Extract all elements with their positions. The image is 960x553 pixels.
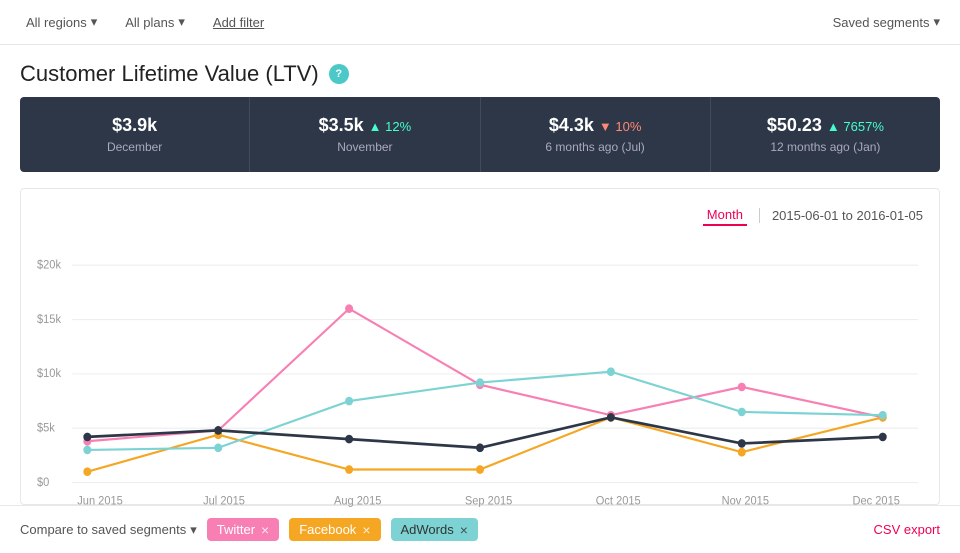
x-label-oct2015: Oct 2015 <box>596 495 641 507</box>
page-header: Customer Lifetime Value (LTV) ? <box>0 45 960 97</box>
metric-change-12months: ▲ 7657% <box>827 119 884 134</box>
all-regions-label: All regions <box>26 15 87 30</box>
metric-label-december: December <box>30 140 239 154</box>
metric-november: $3.5k ▲ 12% November <box>250 97 480 172</box>
metric-december: $3.9k December <box>20 97 250 172</box>
saved-segments-button[interactable]: Saved segments ▾ <box>833 14 940 30</box>
footer-left: Compare to saved segments ▾ Twitter × Fa… <box>20 518 478 541</box>
adwords-point <box>476 378 484 387</box>
date-range: 2015-06-01 to 2016-01-05 <box>759 208 923 223</box>
x-label-sep2015: Sep 2015 <box>465 495 512 507</box>
all-plans-label: All plans <box>125 15 174 30</box>
footer-bar: Compare to saved segments ▾ Twitter × Fa… <box>0 505 960 553</box>
x-label-jun2015: Jun 2015 <box>77 495 123 507</box>
month-time-button[interactable]: Month <box>703 205 747 226</box>
metric-value-november: $3.5k ▲ 12% <box>260 115 469 136</box>
twitter-segment-tag: Twitter × <box>207 518 279 541</box>
main-point <box>345 435 353 444</box>
metric-change-november: ▲ 12% <box>369 119 412 134</box>
top-bar-left: All regions ▾ All plans ▾ Add filter <box>20 10 270 34</box>
all-plans-filter[interactable]: All plans ▾ <box>119 10 191 34</box>
chevron-down-icon: ▾ <box>933 14 940 30</box>
all-regions-filter[interactable]: All regions ▾ <box>20 10 103 34</box>
facebook-point <box>83 467 91 476</box>
csv-export-button[interactable]: CSV export <box>874 522 940 537</box>
y-label-15k: $15k <box>37 313 61 325</box>
twitter-tag-label: Twitter <box>217 522 255 537</box>
facebook-point <box>738 448 746 457</box>
chart-controls: Month 2015-06-01 to 2016-01-05 <box>37 205 923 226</box>
facebook-tag-close[interactable]: × <box>362 523 370 537</box>
adwords-tag-label: AdWords <box>401 522 454 537</box>
metric-value-12months: $50.23 ▲ 7657% <box>721 115 930 136</box>
saved-segments-label: Saved segments <box>833 15 930 30</box>
twitter-tag-close[interactable]: × <box>261 523 269 537</box>
chart-section: Month 2015-06-01 to 2016-01-05 $0 $5k $1… <box>20 188 940 505</box>
adwords-segment-tag: AdWords × <box>391 518 478 541</box>
facebook-point <box>345 465 353 474</box>
main-point <box>214 426 222 435</box>
chevron-down-icon: ▾ <box>190 522 197 538</box>
x-label-dec2015: Dec 2015 <box>853 495 900 507</box>
main-line <box>87 417 882 447</box>
facebook-point <box>476 465 484 474</box>
metric-label-november: November <box>260 140 469 154</box>
twitter-point <box>738 383 746 392</box>
metric-label-12months: 12 months ago (Jan) <box>721 140 930 154</box>
adwords-point <box>83 446 91 455</box>
compare-label: Compare to saved segments <box>20 522 186 537</box>
twitter-point <box>345 304 353 313</box>
main-point <box>879 433 887 442</box>
adwords-tag-close[interactable]: × <box>460 523 468 537</box>
main-point <box>738 439 746 448</box>
compare-segments-button[interactable]: Compare to saved segments ▾ <box>20 522 197 538</box>
help-icon[interactable]: ? <box>329 64 349 84</box>
metrics-bar: $3.9k December $3.5k ▲ 12% November $4.3… <box>20 97 940 172</box>
main-point <box>476 443 484 452</box>
facebook-tag-label: Facebook <box>299 522 356 537</box>
x-label-nov2015: Nov 2015 <box>722 495 769 507</box>
metric-label-6months: 6 months ago (Jul) <box>491 140 700 154</box>
metric-value-december: $3.9k <box>30 115 239 136</box>
metric-change-6months: ▼ 10% <box>599 119 642 134</box>
metric-12months: $50.23 ▲ 7657% 12 months ago (Jan) <box>711 97 940 172</box>
adwords-point <box>345 397 353 406</box>
add-filter-button[interactable]: Add filter <box>207 11 270 34</box>
y-label-20k: $20k <box>37 259 61 271</box>
chevron-down-icon: ▾ <box>91 14 98 30</box>
x-label-jul2015: Jul 2015 <box>203 495 245 507</box>
facebook-segment-tag: Facebook × <box>289 518 380 541</box>
line-chart: $0 $5k $10k $15k $20k Jun 2015 Jul 2015 … <box>37 238 923 488</box>
chevron-down-icon: ▾ <box>178 14 185 30</box>
y-label-0: $0 <box>37 476 49 488</box>
top-bar: All regions ▾ All plans ▾ Add filter Sav… <box>0 0 960 45</box>
adwords-point <box>214 443 222 452</box>
y-label-10k: $10k <box>37 368 61 380</box>
metric-6months: $4.3k ▼ 10% 6 months ago (Jul) <box>481 97 711 172</box>
chart-container: $0 $5k $10k $15k $20k Jun 2015 Jul 2015 … <box>37 238 923 488</box>
main-point <box>83 433 91 442</box>
facebook-line <box>87 417 882 471</box>
x-label-aug2015: Aug 2015 <box>334 495 381 507</box>
adwords-point <box>879 411 887 420</box>
metric-value-6months: $4.3k ▼ 10% <box>491 115 700 136</box>
adwords-point <box>607 367 615 376</box>
page-title: Customer Lifetime Value (LTV) <box>20 61 319 87</box>
adwords-point <box>738 408 746 417</box>
twitter-line <box>87 309 882 442</box>
main-point <box>607 413 615 422</box>
y-label-5k: $5k <box>37 422 55 434</box>
